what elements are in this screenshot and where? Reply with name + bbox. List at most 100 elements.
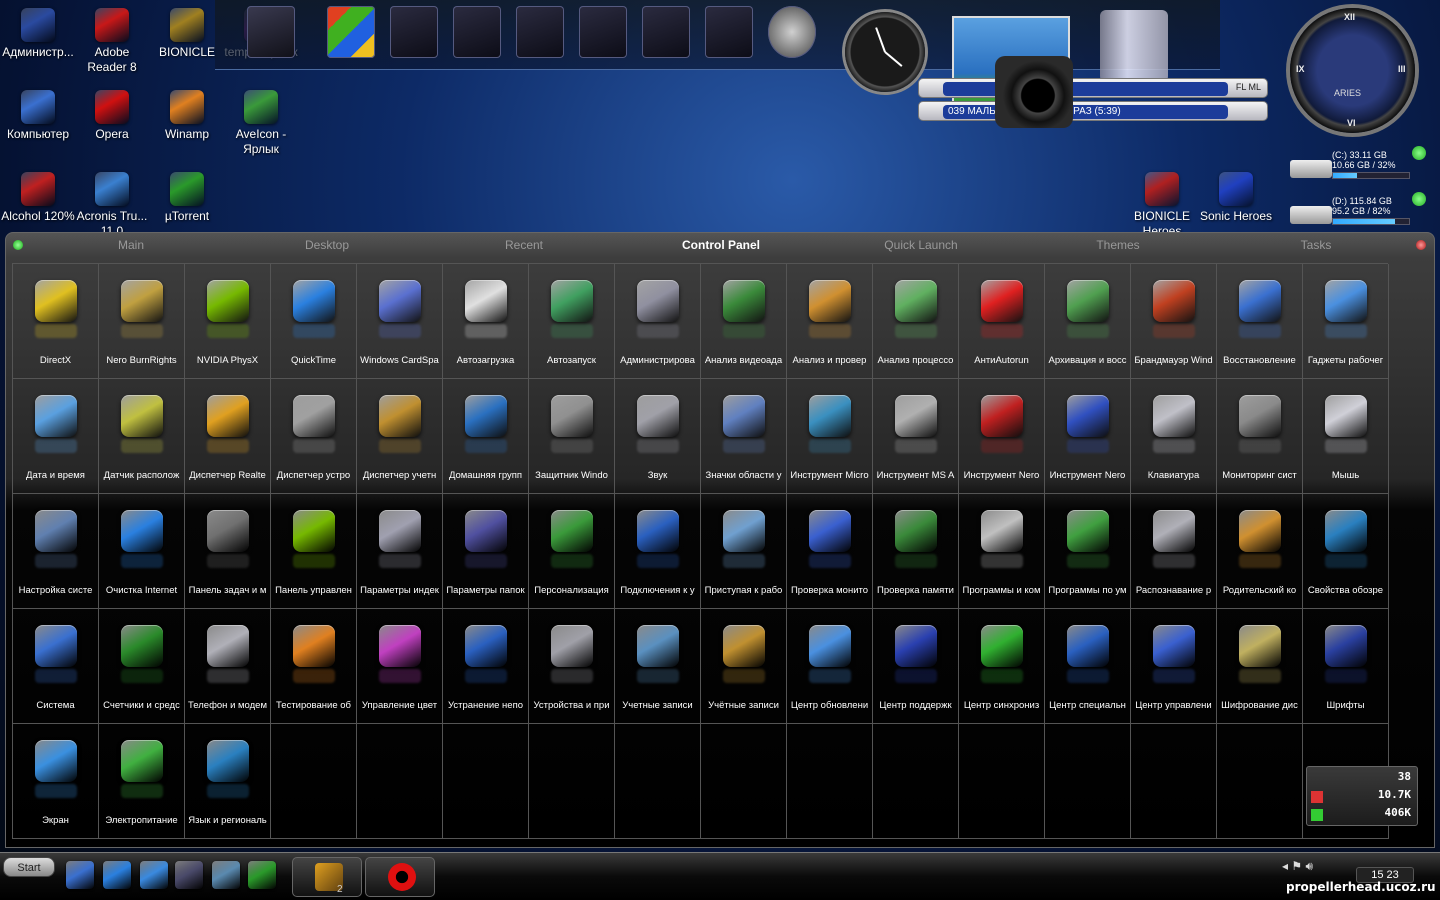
control-panel-item[interactable]: Инструмент Micro (787, 379, 873, 494)
pc-case-icon[interactable] (390, 6, 438, 58)
desktop-shortcut[interactable]: AveIcon - Ярлык (223, 90, 299, 157)
volume-icon[interactable]: 🔊︎ (1305, 859, 1313, 873)
flag-icon[interactable]: ◂ ⚑ (1282, 859, 1302, 873)
control-panel-item[interactable]: Очистка Internet (99, 494, 185, 609)
windows-logo-icon[interactable] (327, 6, 375, 58)
control-panel-item[interactable]: Проверка памяти (873, 494, 959, 609)
control-panel-item[interactable]: Автозапуск (529, 264, 615, 379)
drive-c-gauge[interactable]: (C:) 33.11 GB 10.66 GB / 32% (1288, 146, 1428, 184)
control-panel-item[interactable]: Центр специальн (1045, 609, 1131, 724)
globe-icon[interactable] (768, 6, 816, 58)
control-panel-item[interactable]: Nero BurnRights (99, 264, 185, 379)
control-panel-item[interactable]: Защитник Windo (529, 379, 615, 494)
control-panel-item[interactable]: Мониторинг сист (1217, 379, 1303, 494)
control-panel-item[interactable]: Администрирова (615, 264, 701, 379)
control-panel-item[interactable]: Звук (615, 379, 701, 494)
control-panel-item[interactable]: Устранение непо (443, 609, 529, 724)
control-panel-item[interactable]: Учетные записи (615, 609, 701, 724)
control-panel-item[interactable]: Шрифты (1303, 609, 1389, 724)
control-panel-item[interactable]: Проверка монито (787, 494, 873, 609)
control-panel-item[interactable]: Управление цвет (357, 609, 443, 724)
tab-desktop[interactable]: Desktop (305, 238, 349, 252)
player-buttons[interactable]: FL ML (1236, 82, 1261, 92)
control-panel-item[interactable]: Свойства обозре (1303, 494, 1389, 609)
control-panel-item[interactable]: Анализ и провер (787, 264, 873, 379)
control-panel-item[interactable]: Брандмауэр Wind (1131, 264, 1217, 379)
control-panel-item[interactable]: DirectX (13, 264, 99, 379)
desktop-icon[interactable] (140, 861, 168, 889)
control-panel-item[interactable]: Центр синхрониз (959, 609, 1045, 724)
desktop-shortcut[interactable]: Adobe Reader 8 (74, 8, 150, 75)
red-led-icon[interactable] (1416, 240, 1426, 250)
control-panel-item[interactable]: Параметры индек (357, 494, 443, 609)
control-panel-item[interactable]: Дата и время (13, 379, 99, 494)
desktop-shortcut[interactable]: BIONICLE (149, 8, 225, 60)
tab-control-panel[interactable]: Control Panel (682, 238, 760, 252)
pc-case-dvd-icon[interactable] (453, 6, 501, 58)
control-panel-item[interactable]: QuickTime (271, 264, 357, 379)
taskbar-item-winamp[interactable]: 2 (292, 857, 362, 897)
control-panel-item[interactable]: Восстановление (1217, 264, 1303, 379)
control-panel-item[interactable]: Мышь (1303, 379, 1389, 494)
control-panel-item[interactable]: Телефон и модем (185, 609, 271, 724)
refresh-icon[interactable] (1412, 192, 1426, 206)
control-panel-item[interactable]: Диспетчер учетн (357, 379, 443, 494)
network-icon[interactable] (212, 861, 240, 889)
control-panel-item[interactable]: Счетчики и средс (99, 609, 185, 724)
media-player-bar[interactable]: FL ML (918, 78, 1268, 98)
computer-icon[interactable] (66, 861, 94, 889)
control-panel-item[interactable]: Домашняя групп (443, 379, 529, 494)
control-panel-item[interactable]: Архивация и восс (1045, 264, 1131, 379)
desktop-shortcut[interactable]: µTorrent (149, 172, 225, 224)
tab-themes[interactable]: Themes (1096, 238, 1139, 252)
control-panel-item[interactable]: Инструмент Nero (1045, 379, 1131, 494)
control-panel-item[interactable]: Электропитание (99, 724, 185, 839)
control-panel-item[interactable]: Персонализация (529, 494, 615, 609)
control-panel-item[interactable]: Диспетчер Realte (185, 379, 271, 494)
control-panel-item[interactable]: Центр управлени (1131, 609, 1217, 724)
pc-case-printer-icon[interactable] (579, 6, 627, 58)
utorrent-icon[interactable] (248, 861, 276, 889)
control-panel-item[interactable]: Устройства и при (529, 609, 615, 724)
drive-d-gauge[interactable]: (D:) 115.84 GB 95.2 GB / 82% (1288, 192, 1428, 230)
control-panel-item[interactable]: Автозагрузка (443, 264, 529, 379)
control-panel-item[interactable]: Значки области у (701, 379, 787, 494)
desktop-shortcut[interactable]: Winamp (149, 90, 225, 142)
control-panel-item[interactable]: Диспетчер устро (271, 379, 357, 494)
control-panel-item[interactable]: Инструмент MS A (873, 379, 959, 494)
control-panel-item[interactable]: Клавиатура (1131, 379, 1217, 494)
start-button[interactable]: Start (3, 857, 55, 877)
control-panel-item[interactable]: Программы и ком (959, 494, 1045, 609)
pc-case-docs-icon[interactable] (642, 6, 690, 58)
control-panel-item[interactable]: Приступая к рабо (701, 494, 787, 609)
control-panel-item[interactable]: АнтиAutorun (959, 264, 1045, 379)
media-player-playlist[interactable]: 039 МАЛЬ... ПОСЛЕДНИЙ РАЗ (5:39) (918, 101, 1268, 121)
control-panel-item[interactable]: Распознавание р (1131, 494, 1217, 609)
tab-main[interactable]: Main (118, 238, 144, 252)
desktop-shortcut[interactable]: Alcohol 120% (0, 172, 76, 224)
control-panel-item[interactable]: Подключения к у (615, 494, 701, 609)
green-led-icon[interactable] (13, 240, 23, 250)
tab-recent[interactable]: Recent (505, 238, 543, 252)
control-panel-item[interactable]: Родительский ко (1217, 494, 1303, 609)
desktop-shortcut[interactable]: Opera (74, 90, 150, 142)
control-panel-item[interactable]: Инструмент Nero (959, 379, 1045, 494)
control-panel-item[interactable]: NVIDIA PhysX (185, 264, 271, 379)
control-panel-item[interactable]: Система (13, 609, 99, 724)
control-panel-item[interactable]: Параметры папок (443, 494, 529, 609)
desktop-shortcut[interactable]: Sonic Heroes (1198, 172, 1274, 224)
control-panel-item[interactable]: Анализ видеоада (701, 264, 787, 379)
desktop-shortcut[interactable]: Администр... (0, 8, 76, 60)
control-panel-item[interactable]: Настройка систе (13, 494, 99, 609)
control-panel-item[interactable]: Панель управлен (271, 494, 357, 609)
control-panel-item[interactable]: Центр поддержк (873, 609, 959, 724)
control-panel-item[interactable]: Язык и региональ (185, 724, 271, 839)
control-panel-item[interactable]: Windows CardSpa (357, 264, 443, 379)
internet-explorer-icon[interactable] (103, 861, 131, 889)
control-panel-item[interactable]: Программы по ум (1045, 494, 1131, 609)
control-panel-item[interactable]: Анализ процессо (873, 264, 959, 379)
control-panel-item[interactable]: Гаджеты рабочег (1303, 264, 1389, 379)
control-panel-item[interactable]: Шифрование дис (1217, 609, 1303, 724)
pc-case-camera-icon[interactable] (516, 6, 564, 58)
tab-quick-launch[interactable]: Quick Launch (884, 238, 957, 252)
